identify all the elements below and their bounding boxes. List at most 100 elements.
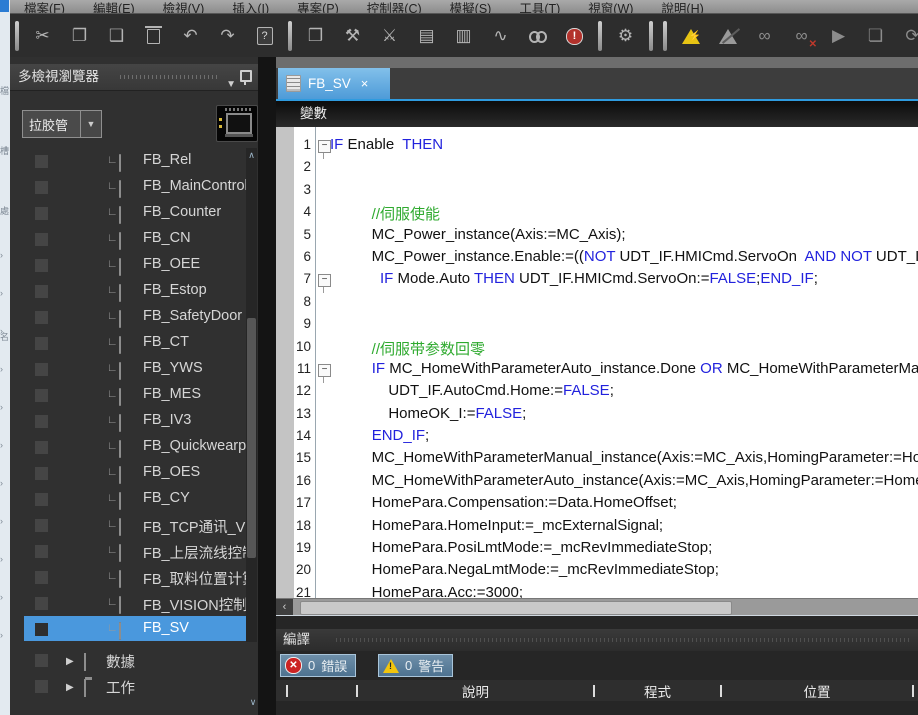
pin-icon[interactable]	[240, 70, 252, 82]
data-trace-icon[interactable]: ∿	[482, 19, 519, 53]
monitor-icon[interactable]: ∞	[746, 19, 783, 53]
code-text: HomePara.Acc:=3000;	[330, 584, 523, 598]
warnings-filter-button[interactable]: ! 0 警告	[378, 654, 453, 677]
tool-cursor-icon[interactable]: ⚙	[607, 19, 644, 53]
menu-item[interactable]: 模擬(S)	[436, 0, 506, 13]
panel-chevron-down-icon[interactable]: ▼	[226, 72, 236, 98]
sidebar-item-fb_tcp通讯_v10[interactable]: ∟FB_TCP通讯_V10	[10, 512, 258, 538]
menu-item[interactable]: 視窗(W)	[574, 0, 647, 13]
item-bullet	[35, 207, 48, 220]
run-mode-icon[interactable]: ▶	[820, 19, 857, 53]
tree-elbow: ∟	[107, 206, 118, 218]
menu-item[interactable]: 插入(I)	[218, 0, 283, 13]
sidebar-item-fb_rel[interactable]: ∟FB_Rel	[10, 148, 258, 174]
sidebar-item-fb_iv3[interactable]: ∟FB_IV3	[10, 408, 258, 434]
go-online-icon[interactable]: ⚡	[672, 19, 709, 53]
scroll-left-icon[interactable]: ‹	[276, 599, 293, 615]
panel-title-bar: 多檢視瀏覽器 ▼	[10, 64, 258, 91]
sidebar-item-fb_vision控制_[interactable]: ∟FB_VISION控制_	[10, 590, 258, 616]
delete-icon[interactable]	[135, 19, 172, 53]
tab-close-icon[interactable]: ×	[361, 76, 369, 91]
help-search-icon[interactable]: ?	[246, 19, 283, 53]
hscrollbar-thumb[interactable]	[300, 601, 732, 615]
menu-item[interactable]: 檔案(F)	[10, 0, 79, 13]
redo-icon[interactable]: ↷	[209, 19, 246, 53]
transfer-icon[interactable]: ❏	[857, 19, 894, 53]
sidebar-item-fb_取料位置计算[interactable]: ∟FB_取料位置计算	[10, 564, 258, 590]
expand-arrow-icon[interactable]: ▶	[66, 656, 74, 667]
item-label: 數據	[106, 651, 135, 672]
sidebar-item-fb_ct[interactable]: ∟FB_CT	[10, 330, 258, 356]
code-line: 6 MC_Power_instance.Enable:=((NOT UDT_IF…	[276, 247, 918, 269]
sidebar-item-fb_yws[interactable]: ∟FB_YWS	[10, 356, 258, 382]
item-bullet	[35, 311, 48, 324]
code-line: 14 END_IF;	[276, 426, 918, 448]
st-fb-icon	[119, 389, 121, 405]
abort-build-icon[interactable]: !	[556, 19, 593, 53]
variables-bar-label: 變數	[300, 106, 327, 121]
sidebar-item-工作[interactable]: ▶工作	[10, 674, 258, 700]
sidebar-item-fb_mes[interactable]: ∟FB_MES	[10, 382, 258, 408]
line-number: 15	[276, 450, 311, 465]
menu-item[interactable]: 編輯(E)	[79, 0, 149, 13]
item-bullet	[35, 654, 48, 667]
editor-area: FB_SV × 變數 1−IF Enable THEN234 //伺服使能5 M…	[276, 57, 918, 715]
variables-bar[interactable]: 變數	[276, 101, 918, 128]
search-icon[interactable]	[519, 19, 556, 53]
menu-item[interactable]: 控制器(C)	[353, 0, 436, 13]
expand-arrow-icon[interactable]: ▶	[66, 682, 74, 693]
sidebar-item-fb_quickwearpa[interactable]: ∟FB_Quickwearpa	[10, 434, 258, 460]
undo-icon[interactable]: ↶	[172, 19, 209, 53]
horizontal-scrollbar[interactable]: ‹	[276, 598, 918, 616]
menu-item[interactable]: 工具(T)	[505, 0, 574, 13]
copy-icon[interactable]: ❐	[61, 19, 98, 53]
sidebar-item-fb_safetydoor[interactable]: ∟FB_SafetyDoor	[10, 304, 258, 330]
tab-strip: FB_SV ×	[276, 68, 918, 99]
tab-label: FB_SV	[308, 76, 351, 91]
paste-icon[interactable]: ❑	[98, 19, 135, 53]
watch-window-icon[interactable]: ▤	[408, 19, 445, 53]
sidebar-item-fb_sv[interactable]: ∟FB_SV	[10, 616, 258, 642]
controller-icon[interactable]	[216, 105, 258, 142]
tree-scrollbar[interactable]: ∧	[246, 148, 257, 642]
item-label: FB_Estop	[143, 282, 207, 298]
cut-icon[interactable]: ✂	[24, 19, 61, 53]
rebuild-icon[interactable]: ⚔	[371, 19, 408, 53]
code-line: 3	[276, 180, 918, 202]
menu-item[interactable]: 檢視(V)	[149, 0, 219, 13]
menu-item[interactable]: 說明(H)	[647, 0, 717, 13]
device-filter-dropdown[interactable]: 拉胶管 ▼	[22, 110, 102, 138]
go-offline-icon[interactable]	[709, 19, 746, 53]
errors-filter-button[interactable]: ✕ 0 錯誤	[280, 654, 356, 677]
item-label: FB_IV3	[143, 412, 191, 428]
warning-count: 0	[405, 658, 412, 673]
menu-item[interactable]: 專案(P)	[283, 0, 353, 13]
sidebar-item-fb_oes[interactable]: ∟FB_OES	[10, 460, 258, 486]
sidebar-item-fb_counter[interactable]: ∟FB_Counter	[10, 200, 258, 226]
sidebar-item-fb_maincontrol[interactable]: ∟FB_MainControl	[10, 174, 258, 200]
sidebar-item-fb_estop[interactable]: ∟FB_Estop	[10, 278, 258, 304]
line-number: 13	[276, 406, 311, 421]
tree-elbow: ∟	[107, 596, 118, 608]
sync-icon[interactable]: ⟳	[894, 19, 918, 53]
line-number: 20	[276, 562, 311, 577]
tab-fb-sv[interactable]: FB_SV ×	[278, 68, 390, 99]
scroll-up-icon[interactable]: ∧	[246, 148, 257, 162]
scrollbar-thumb[interactable]	[247, 318, 256, 558]
sidebar-item-fb_oee[interactable]: ∟FB_OEE	[10, 252, 258, 278]
stop-monitor-icon[interactable]: ∞✕	[783, 19, 820, 53]
io-map-icon[interactable]: ▥	[445, 19, 482, 53]
line-number: 11	[276, 361, 311, 376]
item-bullet	[35, 623, 48, 636]
item-bullet	[35, 441, 48, 454]
window-cascade-icon[interactable]: ❒	[297, 19, 334, 53]
code-editor[interactable]: 1−IF Enable THEN234 //伺服使能5 MC_Power_ins…	[276, 127, 918, 598]
sidebar-item-fb_cn[interactable]: ∟FB_CN	[10, 226, 258, 252]
line-number: 3	[276, 182, 311, 197]
sidebar-item-數據[interactable]: ▶ 數據	[10, 648, 258, 674]
item-label: FB_MainControl	[143, 178, 247, 194]
sidebar-item-fb_上层流线控制[interactable]: ∟FB_上层流线控制	[10, 538, 258, 564]
panel-splitter[interactable]	[258, 57, 276, 715]
build-icon[interactable]: ⚒	[334, 19, 371, 53]
sidebar-item-fb_cy[interactable]: ∟FB_CY	[10, 486, 258, 512]
